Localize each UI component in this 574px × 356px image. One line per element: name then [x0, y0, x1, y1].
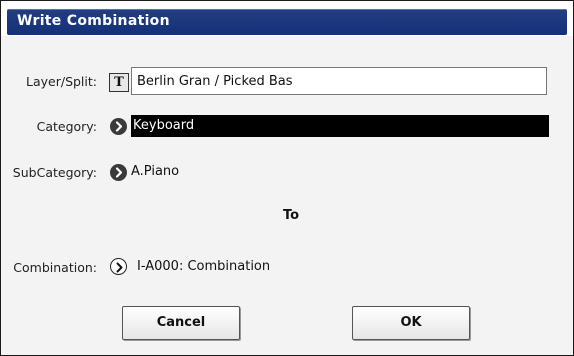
subcategory-value[interactable]: A.Piano	[131, 164, 179, 179]
combination-value[interactable]: I-A000: Combination	[137, 259, 270, 274]
subcategory-popup-icon[interactable]	[110, 164, 127, 181]
dialog-title: Write Combination	[17, 13, 170, 29]
to-label: To	[282, 208, 300, 223]
subcategory-label: SubCategory:	[12, 165, 97, 180]
layer-split-name-field[interactable]: Berlin Gran / Picked Bas	[131, 67, 547, 95]
title-bar: Write Combination	[1, 1, 573, 36]
combination-label: Combination:	[13, 260, 97, 275]
layer-split-label: Layer/Split:	[26, 74, 97, 89]
category-value[interactable]: Keyboard	[131, 115, 549, 137]
text-edit-button[interactable]: T	[109, 73, 129, 92]
category-label: Category:	[36, 119, 97, 134]
ok-button[interactable]: OK	[352, 306, 470, 340]
category-popup-icon[interactable]	[110, 118, 127, 135]
cancel-button[interactable]: Cancel	[122, 306, 240, 340]
title-bar-band: Write Combination	[7, 9, 567, 35]
write-combination-dialog: Write Combination Layer/Split: T Berlin …	[0, 0, 574, 356]
combination-popup-icon[interactable]	[110, 258, 127, 275]
